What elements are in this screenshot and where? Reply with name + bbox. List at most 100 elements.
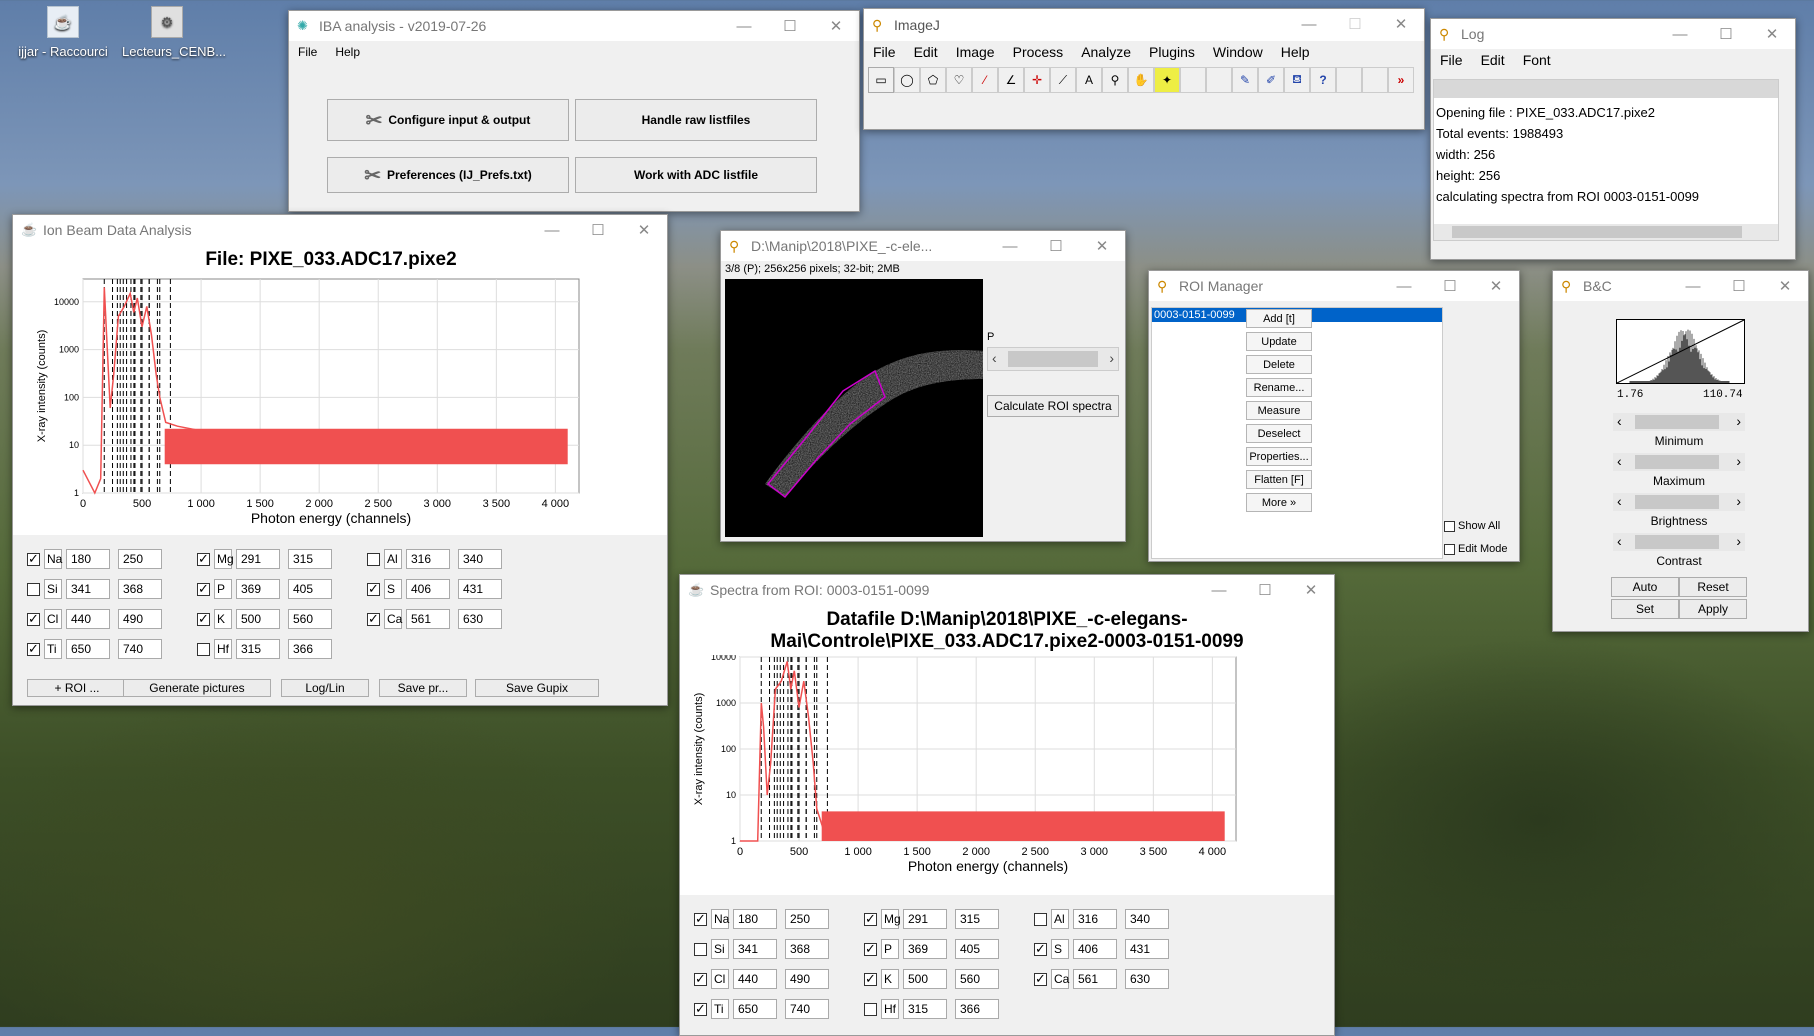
element-min-field[interactable]: 315 [903,999,947,1019]
menu-window[interactable]: Window [1204,44,1272,60]
close-icon[interactable]: ✕ [1473,271,1519,301]
element-checkbox[interactable] [864,971,877,987]
chevron-right-icon[interactable]: › [1736,493,1741,509]
help-icon[interactable]: ? [1310,67,1336,93]
hand-tool-icon[interactable]: ✋ [1128,67,1154,93]
vertical-scrollbar[interactable] [1781,79,1795,239]
title-bar[interactable]: ☕ Ion Beam Data Analysis — ☐ ✕ [13,215,667,245]
handle-raw-button[interactable]: Handle raw listfiles [575,99,817,141]
menu-file[interactable]: File [864,44,905,60]
maximize-icon[interactable]: ☐ [767,11,813,41]
horizontal-scrollbar[interactable] [1434,224,1778,240]
title-bar[interactable]: ⚲ B&C — ☐ ✕ [1553,271,1808,301]
element-max-field[interactable]: 560 [288,609,332,629]
bc-slider-minimum[interactable]: ‹ › [1613,413,1745,431]
title-bar[interactable]: ⚲ ROI Manager — ☐ ✕ [1149,271,1519,301]
title-bar[interactable]: ⚲ D:\Manip\2018\PIXE_-c-ele... — ☐ ✕ [721,231,1125,261]
element-min-field[interactable]: 406 [406,579,450,599]
point-tool-icon[interactable]: ✛ [1024,67,1050,93]
rectangle-tool-icon[interactable]: ▭ [868,67,894,93]
element-min-field[interactable]: 500 [236,609,280,629]
minimize-icon[interactable]: — [529,215,575,245]
pencil-tool-icon[interactable]: ✎ [1232,67,1258,93]
bc-slider-maximum[interactable]: ‹ › [1613,453,1745,471]
element-min-field[interactable]: 440 [733,969,777,989]
element-checkbox[interactable] [367,581,380,597]
element-max-field[interactable]: 560 [955,969,999,989]
element-max-field[interactable]: 315 [288,549,332,569]
minimize-icon[interactable]: — [1381,271,1427,301]
element-checkbox[interactable] [694,971,707,987]
element-max-field[interactable]: 405 [288,579,332,599]
element-checkbox[interactable] [197,642,210,656]
close-icon[interactable]: ✕ [1762,271,1808,301]
menu-edit[interactable]: Edit [1472,52,1514,68]
element-max-field[interactable]: 630 [1125,969,1169,989]
add-roi-button[interactable]: + ROI ... [27,679,127,697]
auto-button[interactable]: Auto [1611,577,1679,597]
log-lin-button[interactable]: Log/Lin [281,679,369,697]
element-min-field[interactable]: 561 [406,609,450,629]
title-bar[interactable]: ✺ IBA analysis - v2019-07-26 — ☐ ✕ [289,11,859,41]
element-min-field[interactable]: 369 [903,939,947,959]
element-checkbox[interactable] [694,911,707,927]
element-min-field[interactable]: 650 [733,999,777,1019]
element-checkbox[interactable] [694,942,707,956]
roi-measure-button[interactable]: Measure [1246,401,1312,420]
element-max-field[interactable]: 630 [458,609,502,629]
element-max-field[interactable]: 431 [1125,939,1169,959]
menu-help[interactable]: Help [326,45,369,59]
close-icon[interactable]: ✕ [1749,19,1795,49]
menu-process[interactable]: Process [1004,44,1073,60]
maximize-icon[interactable]: ☐ [575,215,621,245]
configure-button[interactable]: ✂ Configure input & output [327,99,569,141]
element-checkbox[interactable] [27,641,40,657]
element-max-field[interactable]: 366 [955,999,999,1019]
close-icon[interactable]: ✕ [1378,9,1424,39]
element-checkbox[interactable] [27,611,40,627]
title-bar[interactable]: ☕ Spectra from ROI: 0003-0151-0099 — ☐ ✕ [680,575,1334,605]
element-min-field[interactable]: 315 [236,639,280,659]
element-max-field[interactable]: 740 [118,639,162,659]
chevron-left-icon[interactable]: ‹ [992,350,997,366]
wand-tool-icon[interactable]: ⟋ [1050,67,1076,93]
element-min-field[interactable]: 500 [903,969,947,989]
element-checkbox[interactable] [27,551,40,567]
oval-tool-icon[interactable]: ◯ [894,67,920,93]
roi-more-button[interactable]: More » [1246,493,1312,512]
element-max-field[interactable]: 431 [458,579,502,599]
maximize-icon[interactable]: ☐ [1703,19,1749,49]
slice-slider[interactable]: ‹ › [987,347,1119,371]
element-checkbox[interactable] [1034,912,1047,926]
maximize-icon[interactable]: ☐ [1033,231,1079,261]
element-checkbox[interactable] [1034,941,1047,957]
element-min-field[interactable]: 180 [733,909,777,929]
element-min-field[interactable]: 369 [236,579,280,599]
close-icon[interactable]: ✕ [1079,231,1125,261]
color-picker-icon[interactable]: ✦ [1154,67,1180,93]
element-min-field[interactable]: 341 [733,939,777,959]
element-max-field[interactable]: 490 [785,969,829,989]
menu-edit[interactable]: Edit [905,44,947,60]
element-min-field[interactable]: 650 [66,639,110,659]
chevron-right-icon[interactable]: › [1736,533,1741,549]
save-gupix-button[interactable]: Save Gupix [475,679,599,697]
adc-listfile-button[interactable]: Work with ADC listfile [575,157,817,193]
checkbox-box[interactable] [1444,520,1455,532]
maximize-icon[interactable]: ☐ [1716,271,1762,301]
close-icon[interactable]: ✕ [621,215,667,245]
roi-deselect-button[interactable]: Deselect [1246,424,1312,443]
roi-delete-button[interactable]: Delete [1246,355,1312,374]
checkbox-box[interactable] [1444,543,1455,555]
close-icon[interactable]: ✕ [813,11,859,41]
element-checkbox[interactable] [694,1001,707,1017]
chevron-left-icon[interactable]: ‹ [1617,453,1622,469]
roi-flatten-button[interactable]: Flatten [F] [1246,470,1312,489]
text-tool-icon[interactable]: A [1076,67,1102,93]
chevron-left-icon[interactable]: ‹ [1617,413,1622,429]
title-bar[interactable]: ⚲ Log — ☐ ✕ [1431,19,1795,49]
element-checkbox[interactable] [1034,971,1047,987]
menu-font[interactable]: Font [1514,52,1560,68]
element-min-field[interactable]: 440 [66,609,110,629]
show-all-checkbox[interactable]: Show All [1444,520,1500,532]
